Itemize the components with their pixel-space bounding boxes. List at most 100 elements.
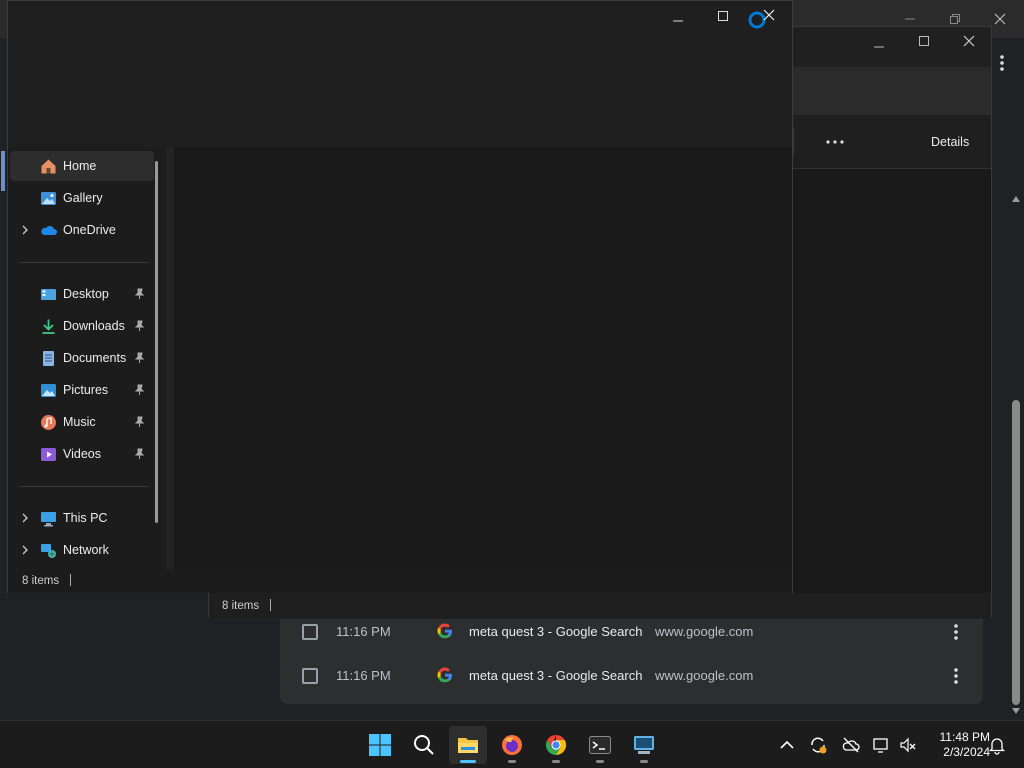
details-button[interactable]: Details [931,135,969,149]
nav-label: Gallery [63,191,103,205]
maximize-icon[interactable] [918,35,930,47]
running-indicator [640,760,648,763]
pin-icon[interactable] [134,288,145,300]
remote-desktop-icon [634,736,654,754]
minimize-icon[interactable] [672,15,684,27]
sync-icon[interactable] [808,735,828,755]
scroll-up-icon[interactable] [1012,196,1020,202]
minimize-icon[interactable] [873,41,885,53]
browser-minimize-button[interactable] [904,13,916,25]
history-row-checkbox[interactable] [302,624,318,640]
google-favicon-icon [437,623,452,639]
nav-item-desktop[interactable]: Desktop [10,279,154,309]
desktop-icon [41,289,56,300]
close-icon[interactable] [763,9,775,21]
nav-item-gallery[interactable]: Gallery [10,183,154,213]
taskbar-remote-desktop-button[interactable] [625,726,663,764]
nav-label: OneDrive [63,223,116,237]
pin-icon[interactable] [134,448,145,460]
explorer-front-title-area [8,1,792,147]
nav-item-home[interactable]: Home [10,151,154,181]
taskbar-chrome-button[interactable] [537,726,575,764]
more-vert-icon[interactable] [948,666,964,686]
history-row-checkbox[interactable] [302,668,318,684]
nav-item-onedrive[interactable]: OneDrive [10,215,154,245]
history-card: 11:16 PM meta quest 3 - Google Search ww… [280,610,983,704]
volume-muted-icon[interactable] [898,735,918,755]
history-row-time: 11:16 PM [336,668,391,683]
documents-icon [43,351,54,366]
nav-label: Pictures [63,383,109,397]
chevron-right-icon[interactable] [21,225,29,235]
nav-label: This PC [63,511,108,525]
more-options-icon[interactable] [826,140,844,144]
clock[interactable]: 11:48 PM 2/3/2024 [922,730,990,760]
nav-splitter[interactable] [166,147,174,569]
browser-restore-button[interactable] [949,13,961,25]
pin-icon[interactable] [134,320,145,332]
item-count: 8 items [222,600,260,612]
chevron-right-icon[interactable] [21,545,29,555]
history-row-title[interactable]: meta quest 3 - Google Search [469,624,642,639]
nav-label: Network [63,543,109,557]
notification-bell-icon[interactable] [987,735,1007,755]
nav-label: Desktop [63,287,109,301]
nav-separator [20,262,148,263]
nav-item-downloads[interactable]: Downloads [10,311,154,341]
google-favicon-icon [437,667,452,683]
active-indicator [460,760,476,763]
pin-icon[interactable] [134,352,145,364]
running-indicator [552,760,560,763]
explorer-back-status-bar: 8 items [209,593,991,619]
status-divider [70,574,71,586]
taskbar-firefox-button[interactable] [493,726,531,764]
pin-icon[interactable] [134,416,145,428]
taskbar-file-explorer-button[interactable] [449,726,487,764]
nav-item-this-pc[interactable]: This PC [10,503,154,533]
browser-scrollbar-thumb[interactable] [1012,400,1020,705]
network-disconnected-icon[interactable] [872,735,892,755]
nav-label: Downloads [63,319,125,333]
item-count: 8 items [22,575,60,587]
running-indicator [508,760,516,763]
nav-item-music[interactable]: Music [10,407,154,437]
nav-separator [20,486,148,487]
file-explorer-window-front: Home Gallery OneDrive Desktop Downloads … [1,0,793,593]
network-icon [41,544,56,558]
nav-label: Music [63,415,96,429]
start-button[interactable] [361,726,399,764]
nav-scrollbar-thumb[interactable] [155,161,158,523]
chevron-up-icon[interactable] [777,735,797,755]
navigation-pane: Home Gallery OneDrive Desktop Downloads … [8,147,166,569]
home-icon [41,159,56,174]
music-icon [41,415,56,430]
nav-item-documents[interactable]: Documents [10,343,154,373]
onedrive-icon [41,225,57,235]
history-row[interactable]: 11:16 PM meta quest 3 - Google Search ww… [280,654,983,698]
nav-label: Documents [63,351,127,365]
explorer-front-status-bar: 8 items [8,569,792,593]
firefox-icon [502,735,522,755]
nav-label: Home [63,159,97,173]
history-row-domain: www.google.com [655,624,754,639]
chevron-right-icon[interactable] [21,513,29,523]
content-pane[interactable] [174,147,792,569]
more-vert-icon[interactable] [948,622,964,642]
videos-icon [41,448,56,461]
nav-item-network[interactable]: Network [10,535,154,565]
pin-icon[interactable] [134,384,145,396]
nav-item-pictures[interactable]: Pictures [10,375,154,405]
history-row-title[interactable]: meta quest 3 - Google Search [469,668,642,683]
scroll-down-icon[interactable] [1012,708,1020,714]
nav-item-videos[interactable]: Videos [10,439,154,469]
close-icon[interactable] [963,35,975,47]
browser-close-button[interactable] [994,13,1006,25]
taskbar-search-button[interactable] [405,726,443,764]
gallery-icon [41,192,56,205]
maximize-icon[interactable] [717,10,729,22]
browser-menu-icon[interactable] [996,53,1008,73]
cloud-offline-icon[interactable] [841,735,861,755]
chrome-icon [545,734,567,756]
history-row-domain: www.google.com [655,668,754,683]
taskbar-terminal-button[interactable] [581,726,619,764]
